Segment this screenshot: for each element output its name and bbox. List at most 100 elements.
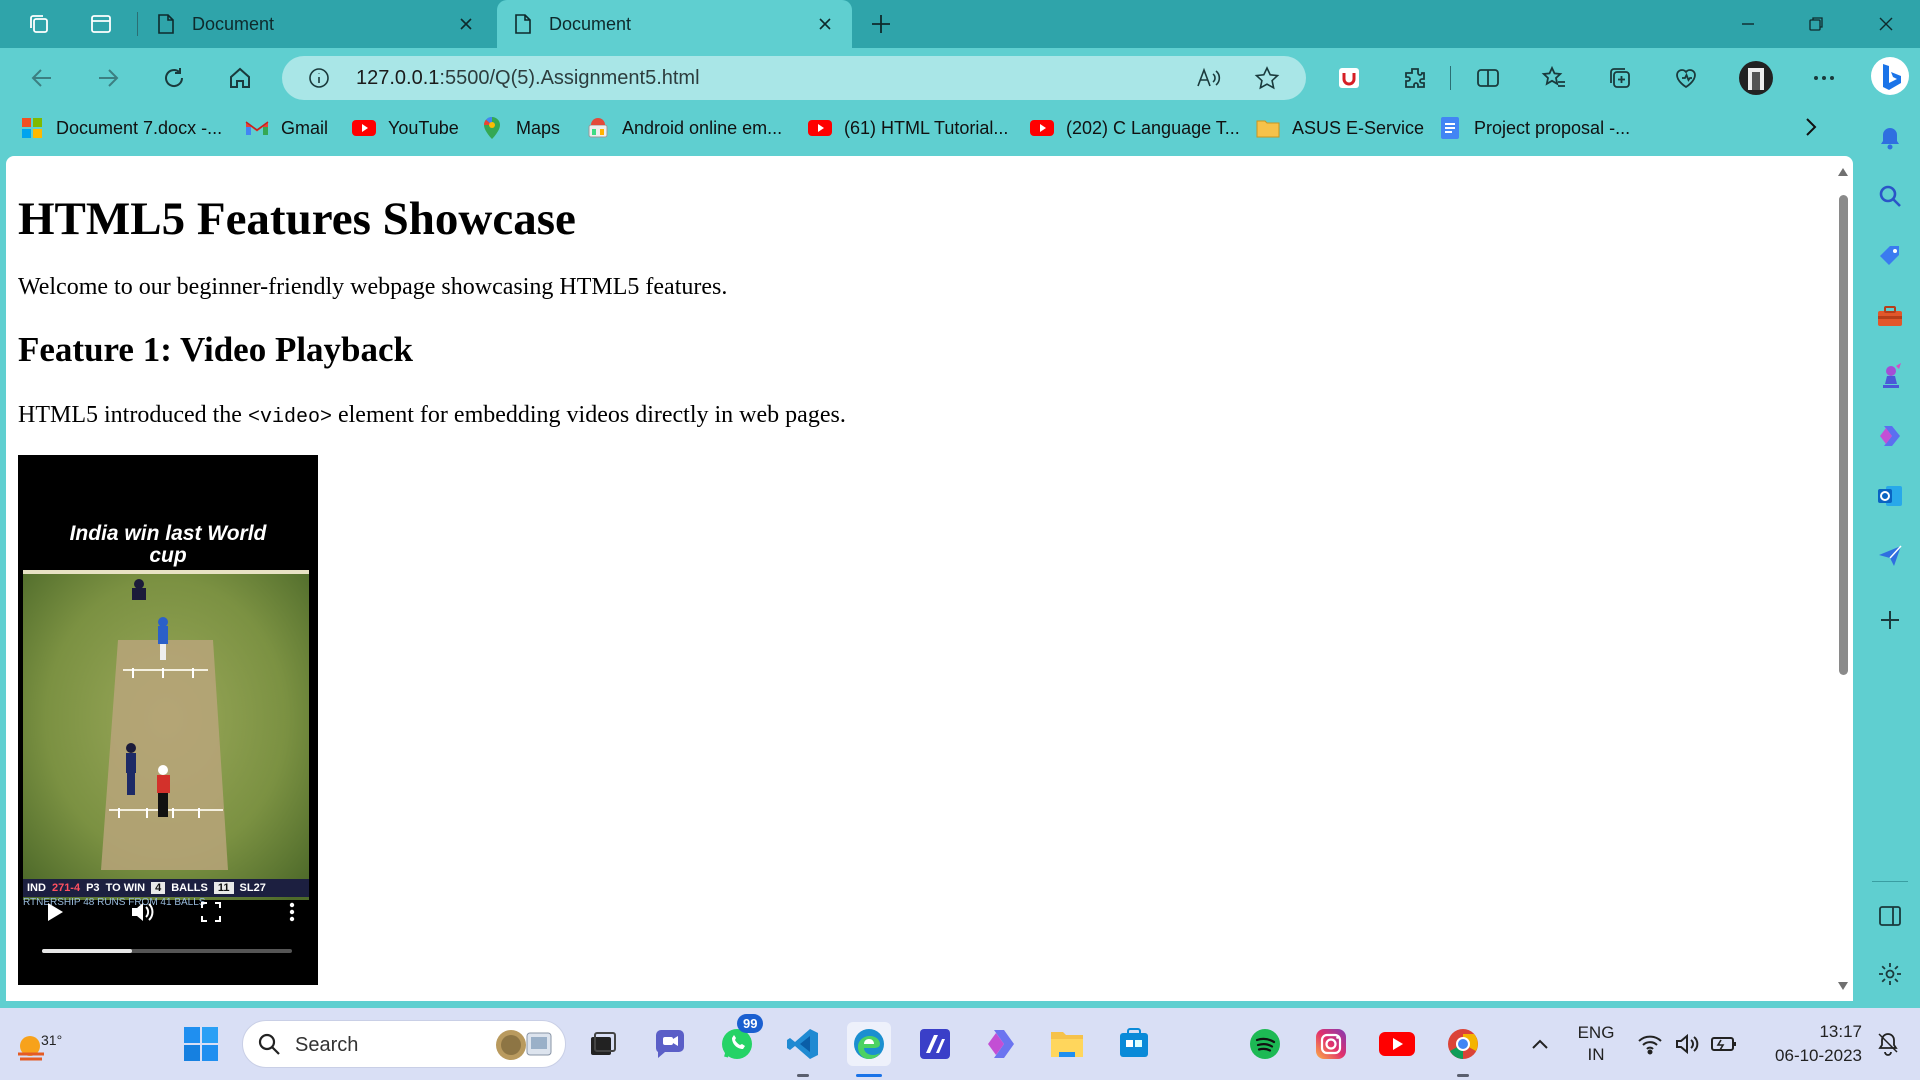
bookmark-c-language[interactable]: (202) C Language T... — [1030, 116, 1240, 140]
video-player[interactable]: India win last World cup IND 271-4 P3 TO… — [18, 455, 318, 985]
vscode-icon[interactable] — [781, 1022, 825, 1066]
close-tab-icon[interactable] — [814, 13, 836, 35]
scrollbar-thumb[interactable] — [1839, 195, 1848, 675]
fullscreen-icon[interactable] — [198, 899, 224, 925]
split-screen-icon[interactable] — [1470, 60, 1506, 96]
scroll-down-arrow-icon[interactable] — [1838, 982, 1848, 990]
new-tab-button[interactable] — [866, 9, 896, 39]
play-icon[interactable] — [42, 899, 68, 925]
more-bookmarks-chevron-icon[interactable] — [1804, 116, 1818, 138]
tab-document-2[interactable]: Document — [497, 0, 852, 48]
search-icon — [258, 1033, 280, 1055]
language-line: ENG — [1577, 1023, 1615, 1042]
running-indicator — [797, 1074, 809, 1077]
games-chess-icon[interactable] — [1874, 360, 1906, 392]
whatsapp-icon[interactable]: 99 — [715, 1014, 764, 1066]
tab-title: Document — [549, 13, 632, 34]
microsoft-icon — [20, 116, 44, 140]
url-text[interactable]: 127.0.0.1:5500/Q(5).Assignment5.html — [356, 67, 700, 90]
chrome-icon[interactable] — [1441, 1022, 1485, 1066]
volume-tray-icon[interactable] — [1668, 1022, 1708, 1066]
add-sidebar-app-icon[interactable] — [1874, 604, 1906, 636]
more-menu-icon[interactable] — [1806, 60, 1842, 96]
score-runs: 271-4 — [51, 882, 81, 894]
copilot-bing-icon[interactable] — [1870, 56, 1910, 96]
minimize-button[interactable] — [1714, 0, 1782, 48]
volume-icon[interactable] — [128, 899, 158, 925]
hide-sidebar-icon[interactable] — [1874, 900, 1906, 932]
bookmark-youtube[interactable]: YouTube — [352, 116, 459, 140]
taskbar-search[interactable]: Search — [242, 1020, 566, 1068]
sidebar-settings-gear-icon[interactable] — [1874, 958, 1906, 990]
windows-taskbar: 31° Search 99 ENG IN 13:17 06-10-2023 — [0, 1008, 1920, 1080]
language-indicator[interactable]: ENG IN — [1570, 1022, 1622, 1066]
extension-shield-icon[interactable] — [1331, 60, 1367, 96]
file-explorer-icon[interactable] — [1045, 1022, 1089, 1066]
task-view-icon[interactable] — [580, 1022, 624, 1066]
workspaces-icon[interactable] — [24, 9, 54, 39]
instagram-icon[interactable] — [1309, 1022, 1353, 1066]
scroll-up-arrow-icon[interactable] — [1838, 168, 1848, 176]
outlook-icon[interactable] — [1874, 480, 1906, 512]
browser-essentials-icon[interactable] — [1668, 60, 1704, 96]
address-bar[interactable]: 127.0.0.1:5500/Q(5).Assignment5.html — [282, 56, 1306, 100]
tab-title: Document — [192, 13, 275, 34]
collections-icon[interactable] — [1602, 60, 1638, 96]
refresh-button[interactable] — [156, 60, 192, 96]
bookmark-label: ASUS E-Service — [1292, 117, 1425, 138]
bookmark-document-7[interactable]: Document 7.docx -... — [20, 116, 222, 140]
bookmark-gmail[interactable]: Gmail — [245, 116, 328, 140]
teams-chat-icon[interactable] — [648, 1022, 692, 1066]
restore-button[interactable] — [1782, 0, 1850, 48]
weather-widget[interactable]: 31° — [8, 1020, 62, 1068]
copilot-icon[interactable] — [979, 1022, 1023, 1066]
favorite-star-icon[interactable] — [1254, 66, 1280, 90]
bookmark-project-proposal[interactable]: Project proposal -... — [1438, 116, 1630, 140]
dev-app-icon[interactable] — [913, 1022, 957, 1066]
vertical-tabs-icon[interactable] — [86, 9, 116, 39]
battery-icon[interactable] — [1704, 1022, 1744, 1066]
page-viewport: HTML5 Features Showcase Welcome to our b… — [6, 156, 1853, 1001]
docs-icon — [1438, 116, 1462, 140]
close-window-button[interactable] — [1852, 0, 1920, 48]
show-hidden-icons-chevron-icon[interactable] — [1518, 1022, 1562, 1066]
bookmark-maps[interactable]: Maps — [480, 116, 560, 140]
page-heading: HTML5 Features Showcase — [18, 193, 576, 245]
back-button[interactable] — [24, 60, 60, 96]
intro-paragraph: Welcome to our beginner-friendly webpage… — [18, 274, 728, 300]
vertical-scrollbar[interactable] — [1835, 162, 1851, 994]
tools-briefcase-icon[interactable] — [1874, 300, 1906, 332]
copilot-365-icon[interactable] — [1874, 420, 1906, 452]
shopping-tag-icon[interactable] — [1874, 240, 1906, 272]
extensions-icon[interactable] — [1397, 60, 1433, 96]
bookmark-label: Document 7.docx -... — [56, 117, 223, 138]
tab-document-1[interactable]: Document — [140, 0, 493, 48]
spotify-icon[interactable] — [1243, 1022, 1287, 1066]
running-indicator — [1457, 1074, 1469, 1077]
edge-icon[interactable] — [847, 1022, 891, 1066]
site-info-icon[interactable] — [308, 67, 330, 89]
clock[interactable]: 13:17 06-10-2023 — [1752, 1020, 1862, 1068]
search-placeholder: Search — [295, 1034, 359, 1056]
search-sidebar-icon[interactable] — [1874, 180, 1906, 212]
video-progress-bar[interactable] — [42, 949, 292, 953]
home-button[interactable] — [222, 60, 258, 96]
forward-button[interactable] — [90, 60, 126, 96]
notifications-bell-icon[interactable] — [1874, 122, 1906, 154]
wifi-icon[interactable] — [1630, 1022, 1670, 1066]
youtube-app-icon[interactable] — [1375, 1022, 1419, 1066]
close-tab-icon[interactable] — [455, 13, 477, 35]
read-aloud-icon[interactable] — [1196, 66, 1222, 90]
favorites-icon[interactable] — [1536, 60, 1572, 96]
bookmark-android-emulator[interactable]: Android online em... — [586, 116, 782, 140]
bookmark-html-tutorial[interactable]: (61) HTML Tutorial... — [808, 116, 1008, 140]
profile-avatar[interactable] — [1736, 58, 1776, 98]
document-icon — [515, 14, 531, 34]
tab-strip: Document Document — [0, 0, 1920, 48]
more-options-icon[interactable] — [284, 899, 300, 925]
bookmark-asus-eservice[interactable]: ASUS E-Service — [1256, 116, 1424, 140]
send-drop-icon[interactable] — [1874, 540, 1906, 572]
start-windows-icon[interactable] — [179, 1022, 223, 1066]
store-icon[interactable] — [1112, 1022, 1156, 1066]
notification-center-icon[interactable] — [1868, 1022, 1908, 1066]
